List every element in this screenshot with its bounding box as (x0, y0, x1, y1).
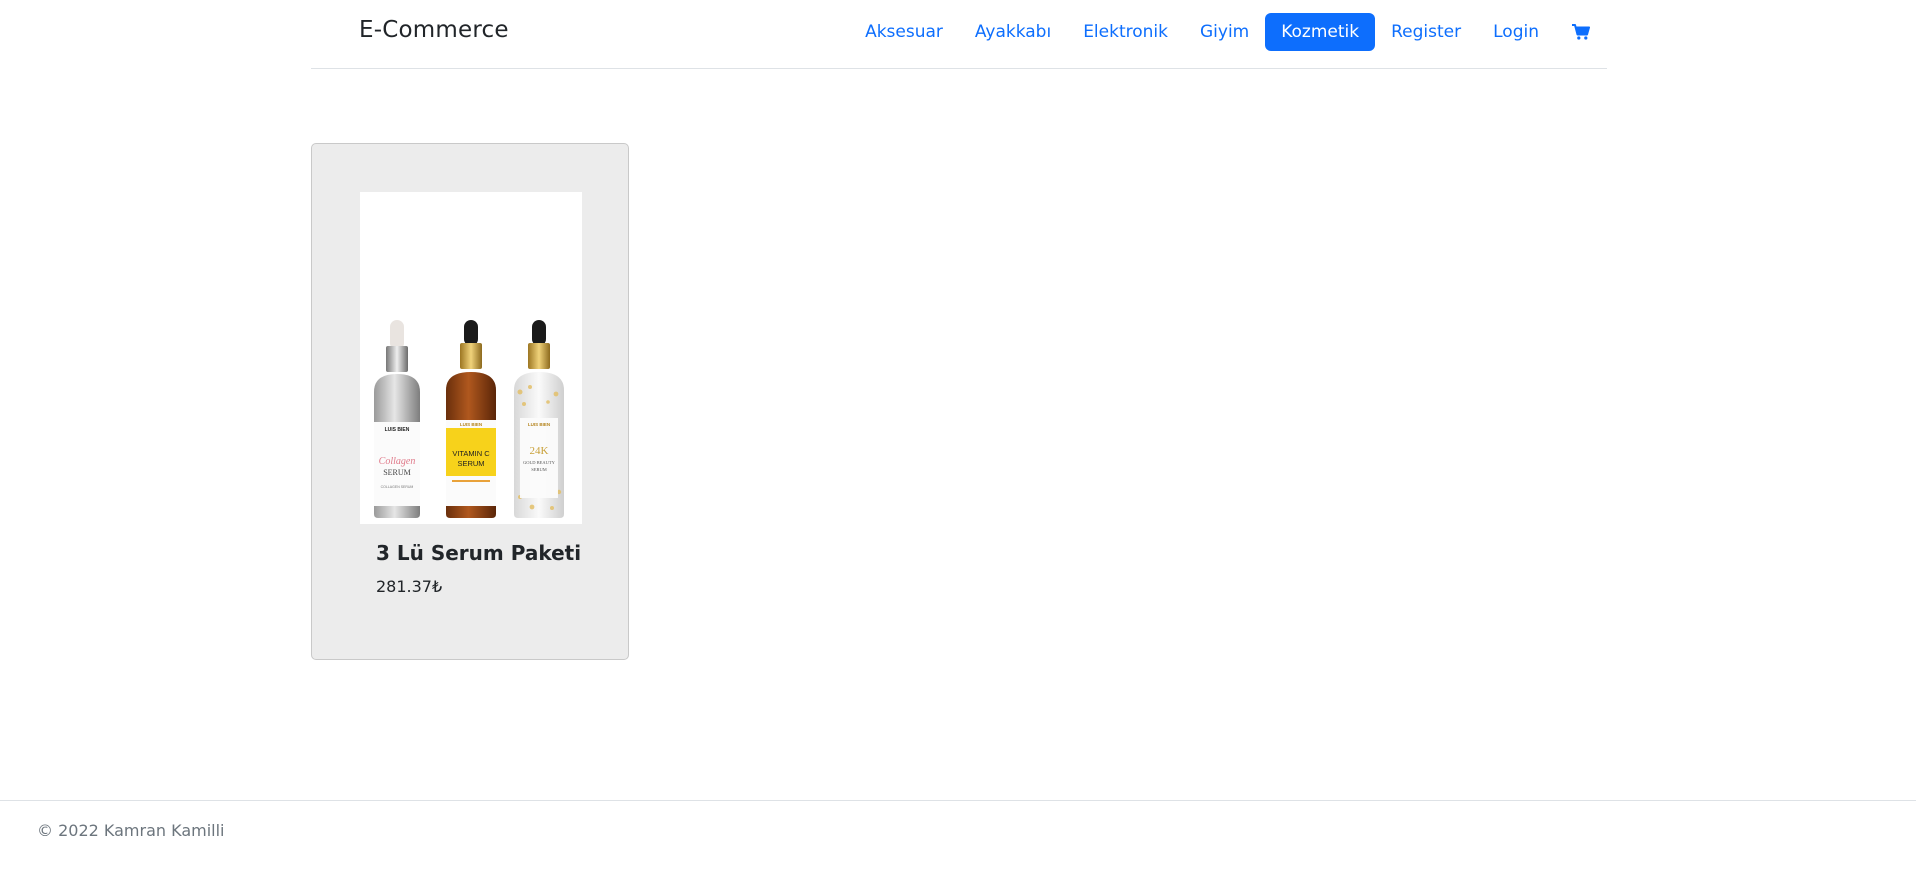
footer-copyright: © 2022 Kamran Kamilli (37, 821, 225, 840)
nav-link-kozmetik[interactable]: Kozmetik (1265, 13, 1376, 51)
brand-logo-link[interactable]: E-Commerce (359, 17, 509, 43)
vitamin-c-serum-bottle: LUIS BIEN VITAMIN C SERUM (446, 320, 496, 518)
main-nav: Aksesuar Ayakkabı Elektronik Giyim Kozme… (849, 13, 1607, 51)
navbar: E-Commerce Aksesuar Ayakkabı Elektronik … (311, 0, 1607, 69)
svg-text:GOLD BEAUTY: GOLD BEAUTY (523, 460, 556, 465)
svg-text:SERUM: SERUM (383, 468, 411, 477)
svg-text:LUIS BIEN: LUIS BIEN (460, 422, 482, 427)
serum-bottles-image: LUIS BIEN Collagen SERUM COLLAGEN SERUM … (374, 320, 564, 518)
footer: © 2022 Kamran Kamilli (0, 800, 1916, 883)
svg-text:VITAMIN C: VITAMIN C (452, 449, 490, 458)
nav-link-elektronik[interactable]: Elektronik (1067, 13, 1184, 51)
gold-serum-bottle: LUIS BIEN 24K GOLD BEAUTY SERUM (514, 320, 564, 518)
product-card[interactable]: LUIS BIEN Collagen SERUM COLLAGEN SERUM … (311, 143, 629, 660)
nav-link-giyim[interactable]: Giyim (1184, 13, 1265, 51)
nav-link-login[interactable]: Login (1477, 13, 1555, 51)
svg-text:SERUM: SERUM (531, 467, 547, 472)
cart-button[interactable] (1555, 13, 1607, 51)
nav-link-aksesuar[interactable]: Aksesuar (849, 13, 959, 51)
shopping-cart-icon (1572, 24, 1590, 40)
svg-text:Collagen: Collagen (379, 456, 416, 467)
collagen-serum-bottle: LUIS BIEN Collagen SERUM COLLAGEN SERUM (374, 320, 420, 518)
svg-text:SERUM: SERUM (457, 459, 484, 468)
product-price: 281.37₺ (376, 577, 443, 596)
nav-link-ayakkabi[interactable]: Ayakkabı (959, 13, 1067, 51)
svg-text:24K: 24K (530, 445, 549, 457)
product-title[interactable]: 3 Lü Serum Paketi (376, 541, 581, 565)
svg-text:COLLAGEN SERUM: COLLAGEN SERUM (381, 485, 414, 489)
product-image[interactable]: LUIS BIEN Collagen SERUM COLLAGEN SERUM … (360, 192, 582, 524)
nav-link-register[interactable]: Register (1375, 13, 1477, 51)
svg-text:LUIS BIEN: LUIS BIEN (385, 427, 410, 433)
svg-text:LUIS BIEN: LUIS BIEN (528, 422, 550, 427)
